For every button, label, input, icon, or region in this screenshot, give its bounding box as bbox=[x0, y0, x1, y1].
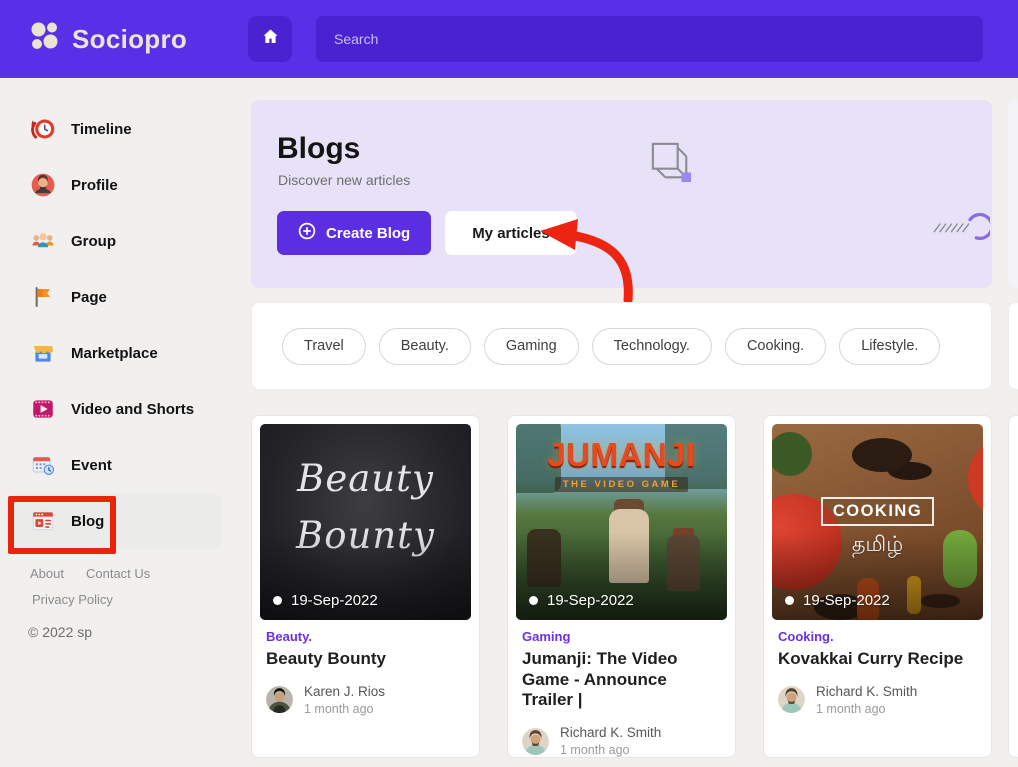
dot-icon bbox=[785, 596, 794, 605]
squiggle-decoration-icon bbox=[932, 203, 990, 250]
sociopro-logo-icon bbox=[28, 20, 62, 59]
privacy-policy-link[interactable]: Privacy Policy bbox=[32, 592, 113, 607]
history-clock-icon bbox=[30, 116, 56, 142]
cube-decoration-icon bbox=[650, 141, 692, 188]
post-time: 1 month ago bbox=[816, 702, 917, 716]
sidebar-item-label: Blog bbox=[71, 513, 104, 530]
sidebar-item-video-and-shorts[interactable]: Video and Shorts bbox=[0, 381, 248, 437]
blog-card-image: COOKING தமிழ் 19-Sep-2022 bbox=[772, 424, 983, 620]
profile-avatar-icon bbox=[30, 172, 56, 198]
blog-card-author-row: Karen J. Rios 1 month ago bbox=[266, 684, 471, 716]
brand-logo[interactable]: Sociopro bbox=[0, 20, 248, 59]
author-name[interactable]: Richard K. Smith bbox=[560, 725, 661, 740]
top-navbar: Sociopro bbox=[0, 0, 1018, 78]
sidebar-item-label: Event bbox=[71, 457, 112, 474]
author-avatar-richard-k-smith[interactable] bbox=[522, 728, 549, 755]
blog-card-beauty-bounty[interactable]: Beauty Bounty 19-Sep-2022 Beauty. Beauty… bbox=[251, 415, 480, 758]
sidebar-item-timeline[interactable]: Timeline bbox=[0, 101, 248, 157]
sidebar-item-label: Timeline bbox=[71, 121, 132, 138]
blog-card-title[interactable]: Beauty Bounty bbox=[266, 649, 465, 670]
dot-icon bbox=[273, 596, 282, 605]
sidebar-item-event[interactable]: Event bbox=[0, 437, 248, 493]
about-link[interactable]: About bbox=[30, 566, 64, 581]
author-name[interactable]: Richard K. Smith bbox=[816, 684, 917, 699]
sidebar-item-label: Group bbox=[71, 233, 116, 250]
page-title: Blogs bbox=[251, 100, 992, 166]
search-bar bbox=[316, 16, 983, 62]
video-icon bbox=[30, 396, 56, 422]
category-pill-beauty[interactable]: Beauty. bbox=[379, 328, 471, 365]
blog-card-author-row: Richard K. Smith 1 month ago bbox=[522, 725, 727, 757]
blog-card-category[interactable]: Gaming bbox=[522, 629, 727, 644]
blog-icon bbox=[30, 508, 56, 534]
blog-card-category[interactable]: Beauty. bbox=[266, 629, 471, 644]
brand-name: Sociopro bbox=[72, 24, 187, 55]
flag-icon bbox=[30, 284, 56, 310]
category-pill-lifestyle[interactable]: Lifestyle. bbox=[839, 328, 940, 365]
storefront-icon bbox=[30, 340, 56, 366]
author-name[interactable]: Karen J. Rios bbox=[304, 684, 385, 699]
blog-card-kovakkai-curry-recipe[interactable]: COOKING தமிழ் 19-Sep-2022 Cooking. Kovak… bbox=[763, 415, 992, 758]
dot-icon bbox=[529, 596, 538, 605]
category-pill-cooking[interactable]: Cooking. bbox=[725, 328, 826, 365]
sidebar-item-profile[interactable]: Profile bbox=[0, 157, 248, 213]
blog-card-grid: Beauty Bounty 19-Sep-2022 Beauty. Beauty… bbox=[251, 415, 992, 758]
group-icon bbox=[30, 228, 56, 254]
sidebar-item-label: Video and Shorts bbox=[71, 401, 194, 418]
create-blog-button[interactable]: Create Blog bbox=[277, 211, 431, 255]
home-button[interactable] bbox=[248, 16, 292, 62]
blog-card-date: 19-Sep-2022 bbox=[803, 592, 890, 609]
author-avatar-richard-k-smith[interactable] bbox=[778, 686, 805, 713]
page-subtitle: Discover new articles bbox=[278, 172, 992, 188]
blog-card-image: JUMANJI THE VIDEO GAME 19-Sep-2022 bbox=[516, 424, 727, 620]
post-time: 1 month ago bbox=[304, 702, 385, 716]
sidebar-item-page[interactable]: Page bbox=[0, 269, 248, 325]
sidebar-nav: Timeline Profile Group Page Marketplace … bbox=[0, 78, 248, 549]
sidebar-item-marketplace[interactable]: Marketplace bbox=[0, 325, 248, 381]
offscreen-panel-sliver bbox=[1008, 302, 1018, 390]
home-icon bbox=[261, 27, 280, 51]
calendar-icon bbox=[30, 452, 56, 478]
my-articles-button[interactable]: My articles bbox=[445, 211, 577, 255]
image-caption-text: JUMANJI THE VIDEO GAME bbox=[516, 436, 727, 492]
sidebar-item-label: Page bbox=[71, 289, 107, 306]
image-decoration bbox=[852, 438, 912, 472]
blog-card-date: 19-Sep-2022 bbox=[291, 592, 378, 609]
contact-us-link[interactable]: Contact Us bbox=[86, 566, 150, 581]
sidebar-footer-links: About Contact Us bbox=[30, 566, 150, 581]
author-avatar-karen-j-rios[interactable] bbox=[266, 686, 293, 713]
create-blog-label: Create Blog bbox=[326, 225, 410, 242]
blog-card-date-badge: 19-Sep-2022 bbox=[273, 592, 378, 609]
sidebar-item-blog[interactable]: Blog bbox=[10, 493, 222, 549]
blogs-hero-panel: Blogs Discover new articles Create Blog … bbox=[251, 100, 992, 288]
blog-card-title[interactable]: Jumanji: The Video Game - Announce Trail… bbox=[522, 649, 721, 711]
blog-card-date-badge: 19-Sep-2022 bbox=[529, 592, 634, 609]
blog-card-image: Beauty Bounty 19-Sep-2022 bbox=[260, 424, 471, 620]
copyright-text: © 2022 sp bbox=[28, 624, 92, 640]
plus-circle-icon bbox=[298, 222, 316, 244]
offscreen-panel-sliver bbox=[1008, 100, 1018, 288]
hero-actions: Create Blog My articles bbox=[277, 211, 992, 255]
sidebar-item-label: Profile bbox=[71, 177, 118, 194]
blog-card-date: 19-Sep-2022 bbox=[547, 592, 634, 609]
blog-card-category[interactable]: Cooking. bbox=[778, 629, 983, 644]
category-pill-travel[interactable]: Travel bbox=[282, 328, 366, 365]
sidebar: Timeline Profile Group Page Marketplace … bbox=[0, 78, 248, 767]
sidebar-item-label: Marketplace bbox=[71, 345, 158, 362]
blog-card-title[interactable]: Kovakkai Curry Recipe bbox=[778, 649, 977, 670]
blog-card-jumanji-the-video-game-announce-trailer[interactable]: JUMANJI THE VIDEO GAME 19-Sep-2022 Gamin… bbox=[507, 415, 736, 758]
sociopro-blog-page: Sociopro Timeline Profile Group Page Mar… bbox=[0, 0, 1018, 767]
blog-card-date-badge: 19-Sep-2022 bbox=[785, 592, 890, 609]
category-filter-bar: Travel Beauty. Gaming Technology. Cooking. Li… bbox=[251, 302, 992, 390]
blog-card-author-row: Richard K. Smith 1 month ago bbox=[778, 684, 983, 716]
sidebar-item-group[interactable]: Group bbox=[0, 213, 248, 269]
offscreen-panel-sliver bbox=[1008, 415, 1018, 758]
post-time: 1 month ago bbox=[560, 743, 661, 757]
category-pill-technology[interactable]: Technology. bbox=[592, 328, 712, 365]
search-input[interactable] bbox=[316, 16, 983, 62]
category-pill-gaming[interactable]: Gaming bbox=[484, 328, 579, 365]
